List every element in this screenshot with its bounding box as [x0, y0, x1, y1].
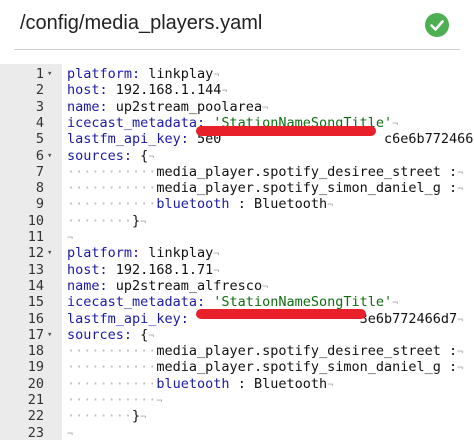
eol-marker-icon: ¬: [392, 118, 399, 130]
line-number: 9: [35, 196, 44, 213]
line-number: 17: [27, 326, 44, 343]
line-code: ···········media_player.spotify_simon_da…: [67, 180, 464, 197]
eol-marker-icon: ¬: [67, 233, 74, 244]
line-number: 22: [27, 408, 44, 425]
eol-marker-icon: ¬: [457, 184, 464, 196]
line-code: sources: {¬: [67, 147, 155, 164]
fold-toggle-icon[interactable]: ▾: [47, 327, 52, 343]
eol-marker-icon: ¬: [156, 396, 163, 407]
code-editor[interactable]: 1 ▾ platform: linkplay¬ 2 host: 192.168.1.14…: [0, 64, 474, 441]
code-line[interactable]: 9 ···········bluetooth : Bluetooth¬: [0, 196, 474, 212]
code-line[interactable]: 10 ········}¬: [0, 213, 474, 229]
eol-marker-icon: ¬: [213, 70, 220, 81]
line-number: 19: [27, 359, 44, 376]
line-number: 13: [27, 261, 44, 278]
line-code: platform: linkplay¬: [67, 245, 220, 262]
file-header: /config/media_players.yaml: [0, 0, 474, 62]
line-code: ········}¬: [67, 212, 147, 229]
code-line[interactable]: 7 ···········media_player.spotify_desiree…: [0, 164, 474, 180]
line-number: 11: [27, 229, 44, 245]
fold-toggle-icon[interactable]: ▾: [47, 245, 52, 261]
eol-marker-icon: ¬: [140, 216, 147, 228]
code-line[interactable]: 14 name: up2stream_alfresco¬: [0, 278, 474, 294]
line-number: 14: [27, 277, 44, 294]
eol-marker-icon: ¬: [457, 167, 464, 179]
eol-marker-icon: ¬: [148, 330, 155, 342]
fold-toggle-icon[interactable]: ▾: [47, 148, 52, 164]
eol-marker-icon: ¬: [457, 347, 464, 359]
line-code: name: up2stream_alfresco¬: [67, 277, 269, 294]
check-circle-icon: [425, 13, 449, 37]
line-code: ¬: [67, 229, 73, 247]
code-line[interactable]: 18 ···········media_player.spotify_desire…: [0, 343, 474, 359]
code-line[interactable]: 2 host: 192.168.1.144¬: [0, 82, 474, 98]
line-number: 8: [35, 180, 44, 197]
redaction-mark: [196, 126, 376, 136]
code-line[interactable]: 23 ¬: [0, 425, 474, 441]
eol-marker-icon: ¬: [140, 412, 147, 424]
code-line[interactable]: 8 ···········media_player.spotify_simon_d…: [0, 180, 474, 196]
line-number: 3: [35, 98, 44, 115]
line-code: ···········media_player.spotify_simon_da…: [67, 359, 464, 376]
eol-marker-icon: ¬: [67, 428, 74, 440]
eol-marker-icon: ¬: [148, 151, 155, 163]
header-divider: [14, 49, 460, 50]
eol-marker-icon: ¬: [262, 102, 269, 114]
line-code: sources: {¬: [67, 326, 155, 343]
line-code: platform: linkplay¬: [67, 66, 220, 82]
eol-marker-icon: ¬: [262, 281, 269, 293]
line-code: host: 192.168.1.144¬: [67, 82, 228, 99]
line-number: 2: [35, 82, 44, 99]
code-line[interactable]: 6 ▾ sources: {¬: [0, 148, 474, 164]
code-line[interactable]: 20 ···········bluetooth : Bluetooth¬: [0, 376, 474, 392]
line-code: ···········bluetooth : Bluetooth¬: [67, 196, 334, 213]
code-line[interactable]: 21 ···········¬: [0, 392, 474, 408]
redaction-mark: [196, 309, 366, 319]
line-number: 12: [27, 245, 44, 262]
line-number: 1: [35, 66, 44, 82]
eol-marker-icon: ¬: [327, 379, 334, 391]
file-path: /config/media_players.yaml: [20, 12, 263, 34]
line-number: 4: [35, 114, 44, 131]
eol-marker-icon: ¬: [392, 298, 399, 310]
code-line[interactable]: 22 ········}¬: [0, 408, 474, 424]
line-code: ···········media_player.spotify_desiree_…: [67, 343, 464, 360]
code-line[interactable]: 3 name: up2stream_poolarea¬: [0, 99, 474, 115]
line-number: 20: [27, 375, 44, 392]
line-number: 23: [27, 424, 44, 441]
eol-marker-icon: ¬: [327, 200, 334, 212]
code-line[interactable]: 17 ▾ sources: {¬: [0, 327, 474, 343]
line-code: ···········media_player.spotify_desiree_…: [67, 163, 464, 180]
line-number: 21: [27, 392, 44, 408]
line-number: 18: [27, 343, 44, 360]
line-code: ···········bluetooth : Bluetooth¬: [67, 375, 334, 392]
eol-marker-icon: ¬: [457, 363, 464, 375]
code-line[interactable]: 11 ¬: [0, 229, 474, 245]
line-number: 15: [27, 294, 44, 311]
line-number: 10: [27, 212, 44, 229]
line-number: 5: [35, 131, 44, 148]
line-number: 16: [27, 310, 44, 327]
line-number: 7: [35, 163, 44, 180]
eol-marker-icon: ¬: [213, 249, 220, 261]
code-line[interactable]: 15 icecast_metadata: 'StationNameSongTitl…: [0, 294, 474, 310]
code-line[interactable]: 19 ···········media_player.spotify_simon_…: [0, 359, 474, 375]
line-code: ···········¬: [67, 392, 163, 408]
line-code: name: up2stream_poolarea¬: [67, 98, 269, 115]
eol-marker-icon: ¬: [221, 86, 228, 98]
code-line[interactable]: 12 ▾ platform: linkplay¬: [0, 245, 474, 261]
code-line[interactable]: 1 ▾ platform: linkplay¬: [0, 66, 474, 82]
fold-toggle-icon[interactable]: ▾: [47, 66, 52, 82]
line-number: 6: [35, 147, 44, 164]
eol-marker-icon: ¬: [213, 265, 220, 277]
line-code: host: 192.168.1.71¬: [67, 261, 220, 278]
line-code: ········}¬: [67, 408, 147, 425]
eol-marker-icon: ¬: [457, 314, 464, 326]
code-line[interactable]: 13 host: 192.168.1.71¬: [0, 262, 474, 278]
